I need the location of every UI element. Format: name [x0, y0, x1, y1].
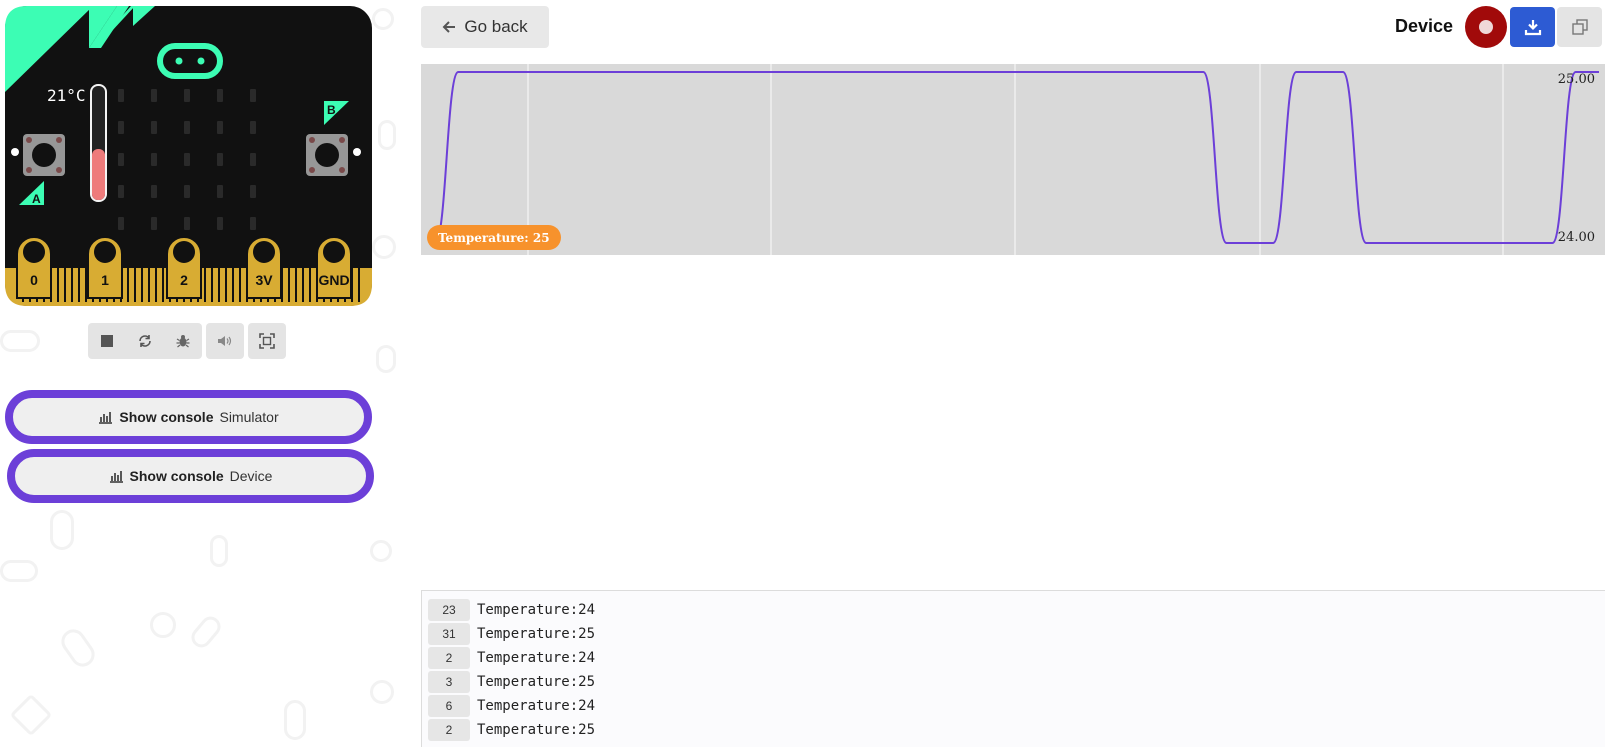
log-row: 2 Temperature:25 — [428, 718, 1605, 742]
pin-gnd[interactable]: GND — [316, 236, 352, 299]
console-log: 23 Temperature:24 31 Temperature:25 2 Tempera… — [421, 590, 1605, 747]
pin-0[interactable]: 0 — [16, 236, 52, 299]
log-count-badge: 3 — [428, 671, 470, 693]
background-decoration — [376, 345, 396, 373]
stop-button[interactable] — [88, 323, 126, 359]
background-decoration — [50, 510, 74, 550]
background-decoration — [372, 235, 396, 259]
debug-button[interactable] — [164, 323, 202, 359]
current-value-badge: Temperature: 25 — [427, 225, 561, 250]
fullscreen-button[interactable] — [248, 323, 286, 359]
pin-label: GND — [318, 272, 349, 288]
chart-bars-icon — [99, 411, 113, 424]
log-text: Temperature:24 — [477, 650, 596, 666]
download-button[interactable] — [1510, 7, 1555, 47]
show-console-label: Show console — [129, 468, 224, 484]
restart-button[interactable] — [126, 323, 164, 359]
log-text: Temperature:25 — [477, 626, 596, 642]
console-source-title: Device — [1395, 16, 1454, 36]
log-text: Temperature:25 — [477, 722, 596, 738]
log-row: 2 Temperature:24 — [428, 646, 1605, 670]
y-tick-max: 25.00 — [1557, 72, 1595, 87]
console-source-label: Simulator — [219, 409, 279, 425]
pin-3v[interactable]: 3V — [246, 236, 282, 299]
button-b-label: B — [327, 103, 336, 117]
background-decoration — [187, 612, 225, 652]
background-decoration — [150, 612, 176, 638]
log-text: Temperature:25 — [477, 674, 596, 690]
show-console-device-button[interactable]: Show console Device — [7, 449, 374, 503]
log-text: Temperature:24 — [477, 602, 596, 618]
temperature-chart: 25.00 24.00 Temperature: 25 — [421, 64, 1605, 255]
background-decoration — [56, 624, 100, 672]
log-row: 3 Temperature:25 — [428, 670, 1605, 694]
background-decoration — [370, 680, 394, 704]
button-a-label: A — [32, 192, 41, 206]
fullscreen-icon — [259, 333, 275, 349]
log-row: 6 Temperature:24 — [428, 694, 1605, 718]
background-decoration — [0, 330, 40, 352]
go-back-button[interactable]: Go back — [421, 6, 549, 48]
simulator-pane: 21°C A B 0 1 2 3V GND Show console Simula… — [0, 0, 405, 747]
record-icon — [1479, 20, 1493, 34]
background-decoration — [9, 693, 53, 737]
log-row: 31 Temperature:25 — [428, 622, 1605, 646]
chart-plot — [434, 64, 1599, 255]
simulator-control-group — [88, 323, 202, 359]
arrow-left-icon — [442, 21, 456, 33]
show-console-label: Show console — [119, 409, 214, 425]
temperature-readout: 21°C — [47, 86, 86, 105]
download-icon — [1524, 20, 1541, 36]
pin-label: 0 — [30, 272, 38, 288]
background-decoration — [378, 120, 396, 150]
go-back-label: Go back — [464, 17, 528, 36]
thermometer-level — [92, 149, 105, 200]
stop-icon — [101, 335, 113, 347]
console-source-label: Device — [229, 468, 273, 484]
debug-icon — [176, 335, 190, 348]
show-console-simulator-button[interactable]: Show console Simulator — [5, 390, 372, 444]
simulator-toolbar — [88, 323, 286, 359]
pin-label: 3V — [255, 272, 273, 288]
copy-icon — [1571, 19, 1588, 35]
pin-label: 2 — [180, 272, 188, 288]
copy-button[interactable] — [1557, 7, 1602, 47]
restart-icon — [139, 335, 151, 347]
microbit-board: 21°C A B 0 1 2 3V GND — [5, 6, 372, 306]
series-line-temperature — [434, 71, 1599, 244]
log-count-badge: 23 — [428, 599, 470, 621]
log-count-badge: 6 — [428, 695, 470, 717]
pin-1[interactable]: 1 — [87, 236, 123, 299]
pin-label: 1 — [101, 272, 109, 288]
log-count-badge: 2 — [428, 719, 470, 741]
record-button[interactable] — [1465, 6, 1507, 48]
log-count-badge: 31 — [428, 623, 470, 645]
log-row: 23 Temperature:24 — [428, 598, 1605, 622]
mute-button[interactable] — [206, 323, 244, 359]
log-count-badge: 2 — [428, 647, 470, 669]
log-text: Temperature:24 — [477, 698, 596, 714]
background-decoration — [372, 8, 394, 30]
background-decoration — [0, 560, 38, 582]
mute-icon — [218, 336, 232, 346]
background-decoration — [210, 535, 228, 567]
chart-bars-icon — [109, 470, 123, 483]
pin-2[interactable]: 2 — [166, 236, 202, 299]
background-decoration — [370, 540, 392, 562]
y-tick-min: 24.00 — [1557, 230, 1595, 245]
background-decoration — [284, 700, 306, 740]
